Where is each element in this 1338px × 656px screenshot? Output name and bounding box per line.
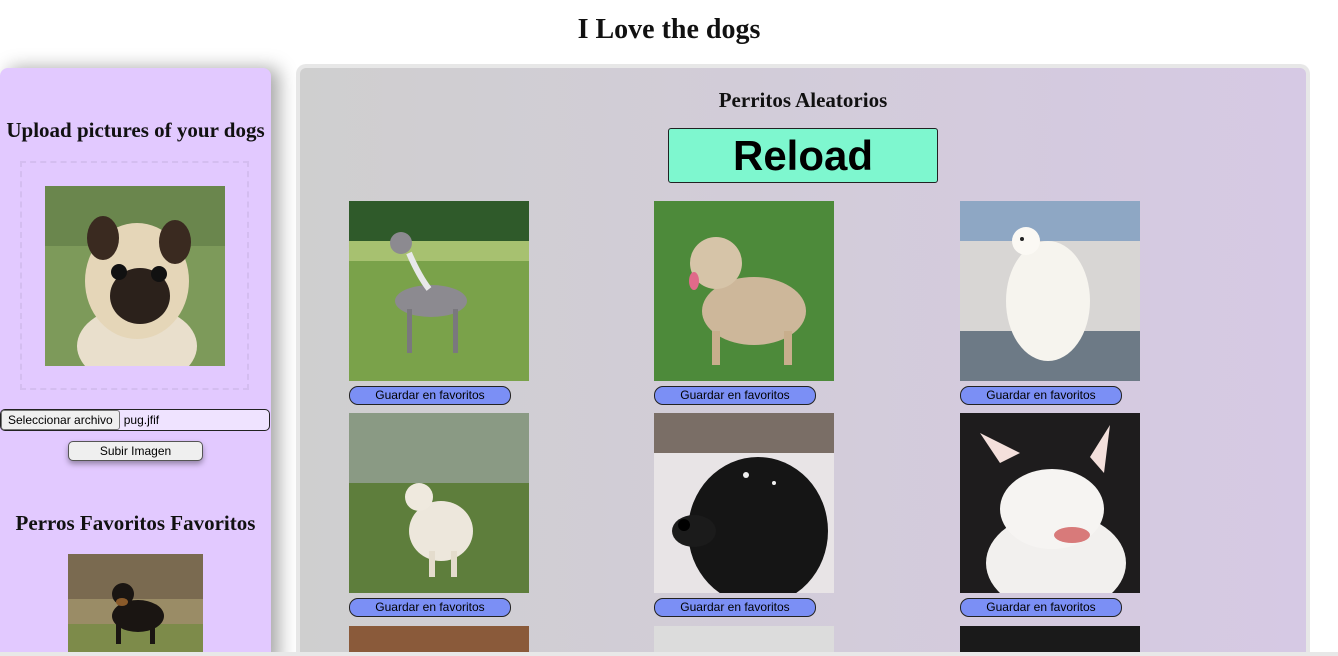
upload-sidebar: Upload pictures of your dogs Seleccionar… bbox=[0, 68, 271, 656]
save-favorite-button[interactable]: Guardar en favoritos bbox=[349, 386, 511, 405]
selected-file-name: pug.jfif bbox=[123, 413, 160, 427]
image-dropzone[interactable] bbox=[20, 161, 249, 390]
save-favorite-button[interactable]: Guardar en favoritos bbox=[654, 598, 816, 617]
dog-card: Guardar en favoritos bbox=[654, 201, 834, 405]
upload-image-button[interactable]: Subir Imagen bbox=[68, 441, 203, 461]
dog-image bbox=[654, 413, 834, 593]
dog-image bbox=[349, 201, 529, 381]
dog-card: Guardar en favoritos bbox=[654, 413, 834, 617]
file-input[interactable]: Seleccionar archivo pug.jfif bbox=[0, 409, 270, 431]
save-favorite-button[interactable]: Guardar en favoritos bbox=[960, 598, 1122, 617]
dog-image bbox=[960, 626, 1140, 654]
random-dogs-title: Perritos Aleatorios bbox=[718, 88, 888, 112]
dog-card: Guardar en favoritos bbox=[960, 413, 1140, 617]
random-dogs-panel: Perritos Aleatorios Reload Guardar en fa… bbox=[296, 64, 1310, 656]
favorites-title: Perros Favoritos Favoritos bbox=[15, 511, 256, 535]
upload-title: Upload pictures of your dogs bbox=[6, 118, 265, 142]
dog-image bbox=[960, 201, 1140, 381]
dog-card: Guardar en favoritos bbox=[349, 201, 529, 405]
dog-card: Guardar en favoritos bbox=[960, 201, 1140, 405]
dog-image bbox=[349, 626, 529, 654]
save-favorite-button[interactable]: Guardar en favoritos bbox=[654, 386, 816, 405]
reload-button[interactable]: Reload bbox=[668, 128, 938, 183]
preview-image-pug bbox=[45, 186, 225, 366]
favorite-dog-image[interactable] bbox=[68, 554, 203, 656]
dog-image bbox=[654, 201, 834, 381]
horizontal-scrollbar[interactable] bbox=[0, 652, 1338, 656]
dog-image bbox=[654, 626, 834, 654]
save-favorite-button[interactable]: Guardar en favoritos bbox=[349, 598, 511, 617]
choose-file-button[interactable]: Seleccionar archivo bbox=[1, 410, 120, 430]
dog-image bbox=[960, 413, 1140, 593]
page-title: I Love the dogs bbox=[577, 14, 761, 45]
save-favorite-button[interactable]: Guardar en favoritos bbox=[960, 386, 1122, 405]
dog-card: Guardar en favoritos bbox=[349, 413, 529, 617]
dog-image bbox=[349, 413, 529, 593]
